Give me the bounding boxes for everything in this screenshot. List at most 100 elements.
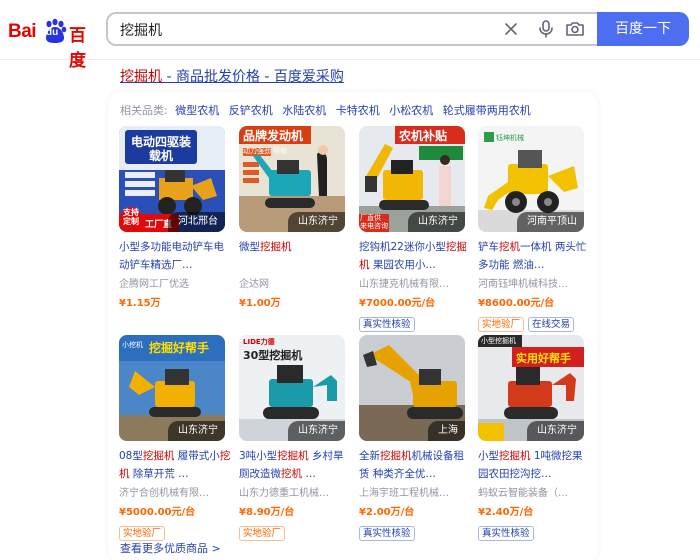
- verified-tag: 真实性核验: [359, 526, 415, 541]
- title-text: 小型多功能电动铲车电动铲车精选厂…: [119, 241, 224, 271]
- baidu-logo[interactable]: Bai du 百度: [8, 18, 98, 71]
- factory-verified-tag: 实地验厂: [239, 526, 286, 541]
- product-title[interactable]: 挖钩机22迷你小型挖掘机 果园农用小…: [359, 238, 471, 274]
- title-text: 微型: [239, 241, 260, 253]
- product-image[interactable]: 挖掘好帮手 小挖机 山东济宁: [119, 335, 225, 441]
- seller-name[interactable]: 河南钰坤机械科技…: [478, 275, 586, 290]
- title-text: 小型: [478, 450, 499, 462]
- verified-tag: 真实性核验: [478, 526, 534, 541]
- factory-verified-tag: 实地验厂: [478, 317, 525, 332]
- location-badge: 山东济宁: [168, 421, 225, 441]
- thumb-text: 厂直供 来电咨询: [360, 214, 388, 230]
- related-categories-label: 相关品类:: [120, 104, 168, 117]
- price: ¥1.00万: [239, 298, 281, 309]
- location-badge: 河北邢台: [168, 212, 225, 232]
- product-title[interactable]: 3吨小型挖掘机 乡村旱厕改造微挖机 …: [239, 447, 351, 483]
- title-text: 全新: [359, 450, 380, 462]
- thumb-text: 农机补贴: [399, 129, 448, 143]
- seller-name[interactable]: 上海宇班工程机械…: [359, 484, 467, 499]
- product-title[interactable]: 08型挖掘机 履带式小挖机 除草开荒 …: [119, 447, 231, 483]
- title-keyword: 挖掘机: [499, 450, 531, 462]
- product-image[interactable]: LIDE力德 30型挖掘机 山东济宁: [239, 335, 345, 441]
- product-image[interactable]: 小型挖掘机 实用好帮手 山东济宁: [478, 335, 584, 441]
- tag-row: 实地验厂: [119, 521, 169, 541]
- related-category-link[interactable]: 水陆农机: [282, 104, 326, 117]
- title-keyword: 挖掘机: [142, 450, 175, 462]
- related-category-link[interactable]: 轮式履带两用农机: [443, 104, 531, 117]
- thumb-text: 小型挖掘机: [481, 337, 516, 345]
- seller-name[interactable]: 山东力德重工机械…: [239, 484, 347, 499]
- price: ¥5000.00元/台: [119, 507, 196, 518]
- related-category-link[interactable]: 卡特农机: [336, 104, 380, 117]
- product-image[interactable]: 上海: [359, 335, 465, 441]
- microphone-icon[interactable]: [535, 18, 557, 40]
- tag-row: 真实性核验: [359, 312, 419, 332]
- title-text: 除草开荒 …: [129, 468, 189, 480]
- clear-icon[interactable]: [500, 18, 522, 40]
- price: ¥2.00万/台: [359, 507, 415, 518]
- logo-text-baidu-cn: 百度: [69, 26, 86, 71]
- verified-tag: 真实性核验: [359, 317, 415, 332]
- tag-row: 实地验厂: [239, 521, 289, 541]
- title-text: 3吨小型: [239, 450, 278, 462]
- thumb-text: 品牌发动机: [243, 129, 304, 143]
- price: ¥1.15万: [119, 298, 161, 309]
- seller-name[interactable]: 企腾网工厂优选: [119, 275, 227, 290]
- factory-verified-tag: 实地验厂: [119, 526, 166, 541]
- title-keyword: 挖掘机: [260, 241, 292, 253]
- thumb-text: 实用好帮手: [516, 352, 571, 365]
- related-category-link[interactable]: 反铲农机: [229, 104, 273, 117]
- title-text: 挖钩机22迷你小型: [359, 241, 446, 253]
- product-title[interactable]: 微型挖掘机: [239, 238, 351, 274]
- tag-row: 真实性核验: [478, 521, 538, 541]
- product-title[interactable]: 小型多功能电动铲车电动铲车精选厂…: [119, 238, 231, 274]
- title-keyword: 挖机: [281, 468, 302, 480]
- seller-name[interactable]: 济宁合创机械有限…: [119, 484, 227, 499]
- title-keyword: 挖掘机: [277, 450, 309, 462]
- logo-text-du: du: [46, 27, 59, 38]
- title-text: 履带式小: [174, 450, 220, 462]
- related-category-link[interactable]: 微型农机: [175, 104, 219, 117]
- title-text: 果园农用小…: [369, 259, 436, 271]
- seller-name[interactable]: 企达网: [239, 275, 347, 290]
- search-box: [106, 12, 598, 46]
- title-keyword: 挖掘机: [380, 450, 412, 462]
- related-categories: 相关品类: 微型农机 反铲农机 水陆农机 卡特农机 小松农机 轮式履带两用农机: [120, 102, 537, 118]
- product-image[interactable]: 品牌发动机 动力强劲 轻松 山东济宁: [239, 126, 345, 232]
- thumb-text: 动力强劲 轻松: [243, 147, 288, 155]
- more-products-link[interactable]: 查看更多优质商品 >: [120, 540, 221, 556]
- title-keyword: 挖机: [499, 241, 520, 253]
- thumb-text: 挖掘好帮手: [149, 341, 210, 355]
- camera-icon[interactable]: [564, 18, 586, 40]
- location-badge: 山东济宁: [408, 212, 465, 232]
- result-title-link[interactable]: 挖掘机 - 商品批发价格 - 百度爱采购: [120, 66, 344, 86]
- product-image[interactable]: 电动四驱装载机 支持定制 工厂直 河北邢台: [119, 126, 225, 232]
- product-title[interactable]: 铲车挖机一体机 两头忙多功能 燃油…: [478, 238, 590, 274]
- product-image[interactable]: 钰坤机械 河南平顶山: [478, 126, 584, 232]
- seller-name[interactable]: 蚂蚁云智能装备（…: [478, 484, 586, 499]
- top-bar: Bai du 百度 百度一下: [0, 0, 700, 71]
- title-text: 08型: [119, 450, 143, 462]
- location-badge: 山东济宁: [527, 421, 584, 441]
- search-button[interactable]: 百度一下: [597, 12, 689, 46]
- location-badge: 山东济宁: [288, 421, 345, 441]
- seller-name[interactable]: 山东捷克机械有限…: [359, 275, 467, 290]
- online-trade-tag: 在线交易: [528, 317, 575, 332]
- title-text: 铲车: [478, 241, 499, 253]
- thumb-text: 小挖机: [122, 341, 143, 349]
- thumb-text: 钰坤机械: [496, 134, 524, 142]
- result-title-rest: - 商品批发价格 - 百度爱采购: [162, 69, 344, 85]
- thumb-text: LIDE力德: [243, 338, 275, 346]
- price: ¥8.90万/台: [239, 507, 295, 518]
- product-image[interactable]: 农机补贴 厂直供 来电咨询 山东济宁: [359, 126, 465, 232]
- thumb-text: 30型挖掘机: [243, 349, 303, 362]
- product-title[interactable]: 全新挖掘机机械设备租赁 种类齐全优…: [359, 447, 471, 483]
- thumb-badge: 支持定制: [123, 208, 139, 226]
- location-badge: 山东济宁: [288, 212, 345, 232]
- product-title[interactable]: 小型挖掘机 1吨微挖果园农田挖沟挖…: [478, 447, 590, 483]
- price: ¥8600.00元/台: [478, 298, 555, 309]
- related-category-link[interactable]: 小松农机: [389, 104, 433, 117]
- logo-text-bai: Bai: [8, 21, 37, 42]
- search-input[interactable]: [120, 20, 480, 40]
- location-badge: 河南平顶山: [517, 212, 584, 232]
